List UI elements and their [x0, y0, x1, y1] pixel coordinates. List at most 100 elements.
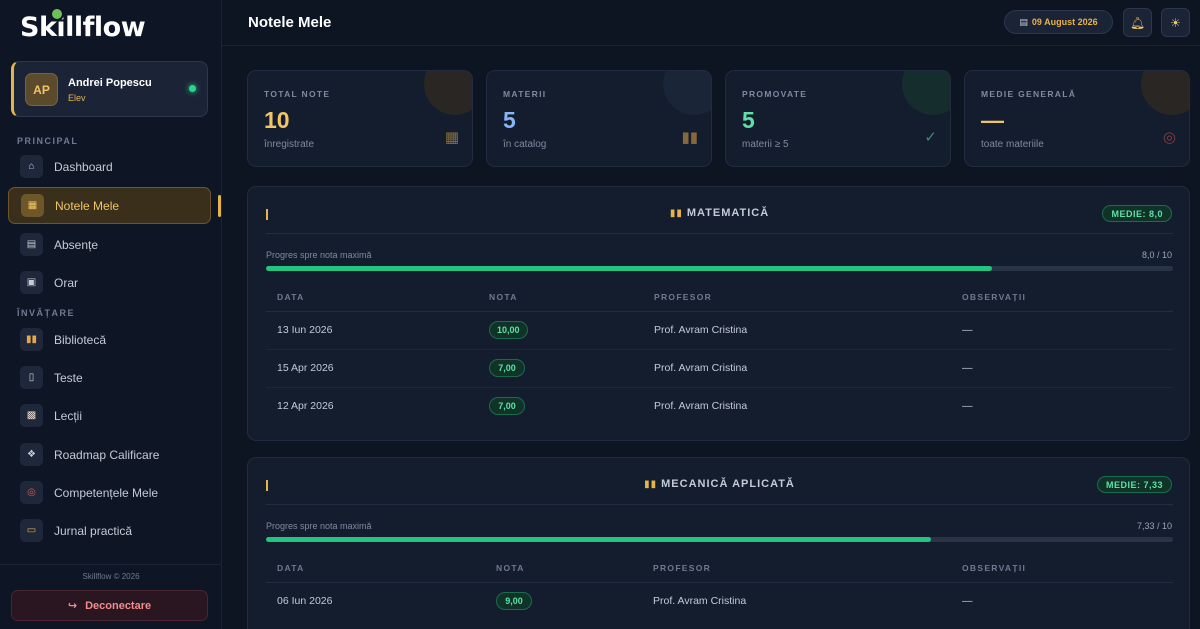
app-logo[interactable]: Skillflow — [20, 12, 146, 43]
sidebar-item-jurnal-practica[interactable]: ▭ Jurnal practică — [8, 512, 211, 549]
average-badge: MEDIE: 7,33 — [1096, 476, 1172, 493]
profile-card[interactable]: AP Andrei Popescu Elev — [11, 61, 208, 117]
sidebar-item-dashboard[interactable]: ⌂ Dashboard — [8, 148, 211, 185]
panel-divider — [266, 504, 1173, 505]
avatar: AP — [25, 73, 58, 106]
stat-card-total-note: TOTAL NOTE 10 înregistrate ▦ — [247, 70, 473, 167]
grade-teacher: Prof. Avram Cristina — [643, 311, 951, 350]
check-icon: ✓ — [924, 129, 937, 146]
grade-date: 12 Apr 2026 — [277, 400, 334, 413]
grade-badge: 7,00 — [489, 397, 525, 416]
sidebar-item-notele-mele[interactable]: ▦ Notele Mele — [8, 187, 211, 224]
subject-name: MATEMATICĂ — [686, 207, 770, 219]
target-icon: ◎ — [1162, 129, 1176, 146]
progress-value: 7,33 / 10 — [1136, 521, 1172, 531]
progress-label: Progres spre nota maximă — [266, 250, 372, 260]
stat-card-medie-generala: MEDIE GENERALĂ — toate materiile ◎ — [964, 70, 1190, 167]
grade-cell: 7,00 — [478, 349, 643, 388]
top-bar: Notele Mele ▤ 09 August 2026 🔔︎ ☀ — [222, 0, 1200, 46]
current-date: 09 August 2026 — [1031, 17, 1098, 27]
home-icon: ⌂ — [20, 155, 43, 178]
sidebar-item-label: Lecții — [54, 408, 83, 423]
col-header-grade: NOTA — [478, 283, 643, 312]
table-row[interactable]: 15 Apr 2026 7,00 Prof. Avram Cristina — — [266, 349, 1173, 388]
book-open-icon: ▩ — [20, 404, 43, 427]
sidebar-item-absente[interactable]: ▤ Absențe — [8, 226, 211, 263]
stat-subtitle: toate materiile — [981, 139, 1044, 150]
grade-badge: 7,00 — [489, 359, 525, 377]
stat-card-materii: MATERII 5 în catalog ▮▮ — [486, 70, 712, 167]
table-row[interactable]: 06 Iun 2026 9,00 Prof. Avram Cristina — — [266, 582, 1173, 620]
grade-teacher: Prof. Avram Cristina — [654, 400, 748, 413]
sidebar-item-label: Dashboard — [54, 159, 113, 174]
page-title: Notele Mele — [248, 14, 332, 31]
sidebar-item-teste[interactable]: ▯ Teste — [8, 359, 211, 396]
sidebar-item-lectii[interactable]: ▩ Lecții — [8, 397, 211, 434]
col-header-teacher: PROFESOR — [642, 554, 951, 583]
stat-value: 5 — [503, 107, 516, 133]
date-badge: ▤ 09 August 2026 — [1004, 10, 1113, 34]
stat-value: — — [981, 107, 1004, 133]
table-header-row: DATA NOTA PROFESOR OBSERVAȚII — [266, 554, 1173, 583]
stat-label: PROMOVATE — [742, 89, 808, 99]
logout-label: Deconectare — [85, 599, 152, 612]
sidebar-item-label: Competențele Mele — [54, 485, 159, 500]
subject-name: MECANICĂ APLICATĂ — [661, 478, 795, 490]
notifications-button[interactable]: 🔔︎ — [1123, 8, 1152, 37]
col-header-grade: NOTA — [485, 554, 642, 583]
online-status-icon — [189, 85, 196, 92]
sidebar-item-label: Notele Mele — [55, 198, 120, 213]
table-row[interactable]: 12 Apr 2026 7,00 Prof. Avram Cristina — — [266, 387, 1173, 425]
stat-decoration — [424, 71, 472, 115]
stat-subtitle: materii ≥ 5 — [742, 139, 789, 150]
col-header-notes: OBSERVAȚII — [951, 554, 1173, 583]
map-icon: ❖ — [20, 443, 43, 466]
grade-notes: — — [962, 400, 973, 413]
progress-fill — [266, 266, 992, 271]
col-header-notes: OBSERVAȚII — [951, 283, 1173, 312]
grade-teacher: Prof. Avram Cristina — [653, 595, 747, 608]
sidebar-item-roadmap-calificare[interactable]: ❖ Roadmap Calificare — [8, 436, 211, 473]
grades-table: DATA NOTA PROFESOR OBSERVAȚII 13 Iun 202… — [266, 283, 1173, 425]
sidebar-item-competentele-mele[interactable]: ◎ Competențele Mele — [8, 474, 211, 511]
col-header-date: DATA — [266, 283, 478, 312]
average-badge: MEDIE: 8,0 — [1102, 205, 1172, 222]
subject-panel-matematica: ▮▮ MATEMATICĂ MEDIE: 8,0 Progres spre not… — [247, 186, 1190, 441]
progress-label: Progres spre nota maximă — [266, 521, 372, 531]
col-header-date: DATA — [266, 554, 485, 583]
grade-notes: — — [962, 595, 973, 608]
theme-toggle-button[interactable]: ☀ — [1161, 8, 1190, 37]
grades-table: DATA NOTA PROFESOR OBSERVAȚII 06 Iun 202… — [266, 554, 1173, 620]
sidebar-item-label: Jurnal practică — [54, 523, 133, 538]
grades-icon: ▦ — [21, 194, 44, 217]
books-icon: ▮▮ — [20, 328, 43, 351]
grade-notes: — — [951, 311, 1173, 350]
subject-title: ▮▮ MATEMATICĂ — [248, 207, 1189, 219]
stat-subtitle: înregistrate — [264, 139, 315, 150]
sidebar-item-label: Absențe — [54, 237, 99, 252]
logout-button[interactable]: ↪ Deconectare — [11, 590, 208, 621]
journal-icon: ▭ — [20, 519, 43, 542]
stat-label: MATERII — [503, 89, 547, 99]
calendar-icon: ▤ — [1019, 16, 1028, 27]
phone-icon: ▯ — [20, 366, 43, 389]
col-header-teacher: PROFESOR — [643, 283, 951, 312]
sidebar-item-biblioteca[interactable]: ▮▮ Bibliotecă — [8, 321, 211, 358]
grade-notes: — — [951, 349, 1173, 388]
grade-date: 06 Iun 2026 — [277, 595, 333, 608]
grade-teacher: Prof. Avram Cristina — [643, 349, 951, 388]
table-row[interactable]: 13 Iun 2026 10,00 Prof. Avram Cristina — — [266, 311, 1173, 350]
sidebar-item-label: Orar — [54, 275, 78, 290]
bell-icon: 🔔︎ — [1129, 15, 1146, 30]
sidebar-item-label: Roadmap Calificare — [54, 447, 160, 462]
progress-value: 8,0 / 10 — [1141, 250, 1172, 260]
subject-panel-mecanica-aplicata: ▮▮ MECANICĂ APLICATĂ MEDIE: 7,33 Progres … — [247, 457, 1190, 629]
sidebar-divider — [0, 564, 222, 565]
grade-cell: 10,00 — [478, 311, 643, 350]
calendar-icon: ▤ — [20, 233, 43, 256]
progress-bar — [266, 266, 1173, 271]
progress-fill — [266, 537, 931, 542]
target-icon: ◎ — [20, 481, 43, 504]
sidebar-item-orar[interactable]: ▣ Orar — [8, 264, 211, 301]
grade-cell: 9,00 — [485, 582, 642, 620]
